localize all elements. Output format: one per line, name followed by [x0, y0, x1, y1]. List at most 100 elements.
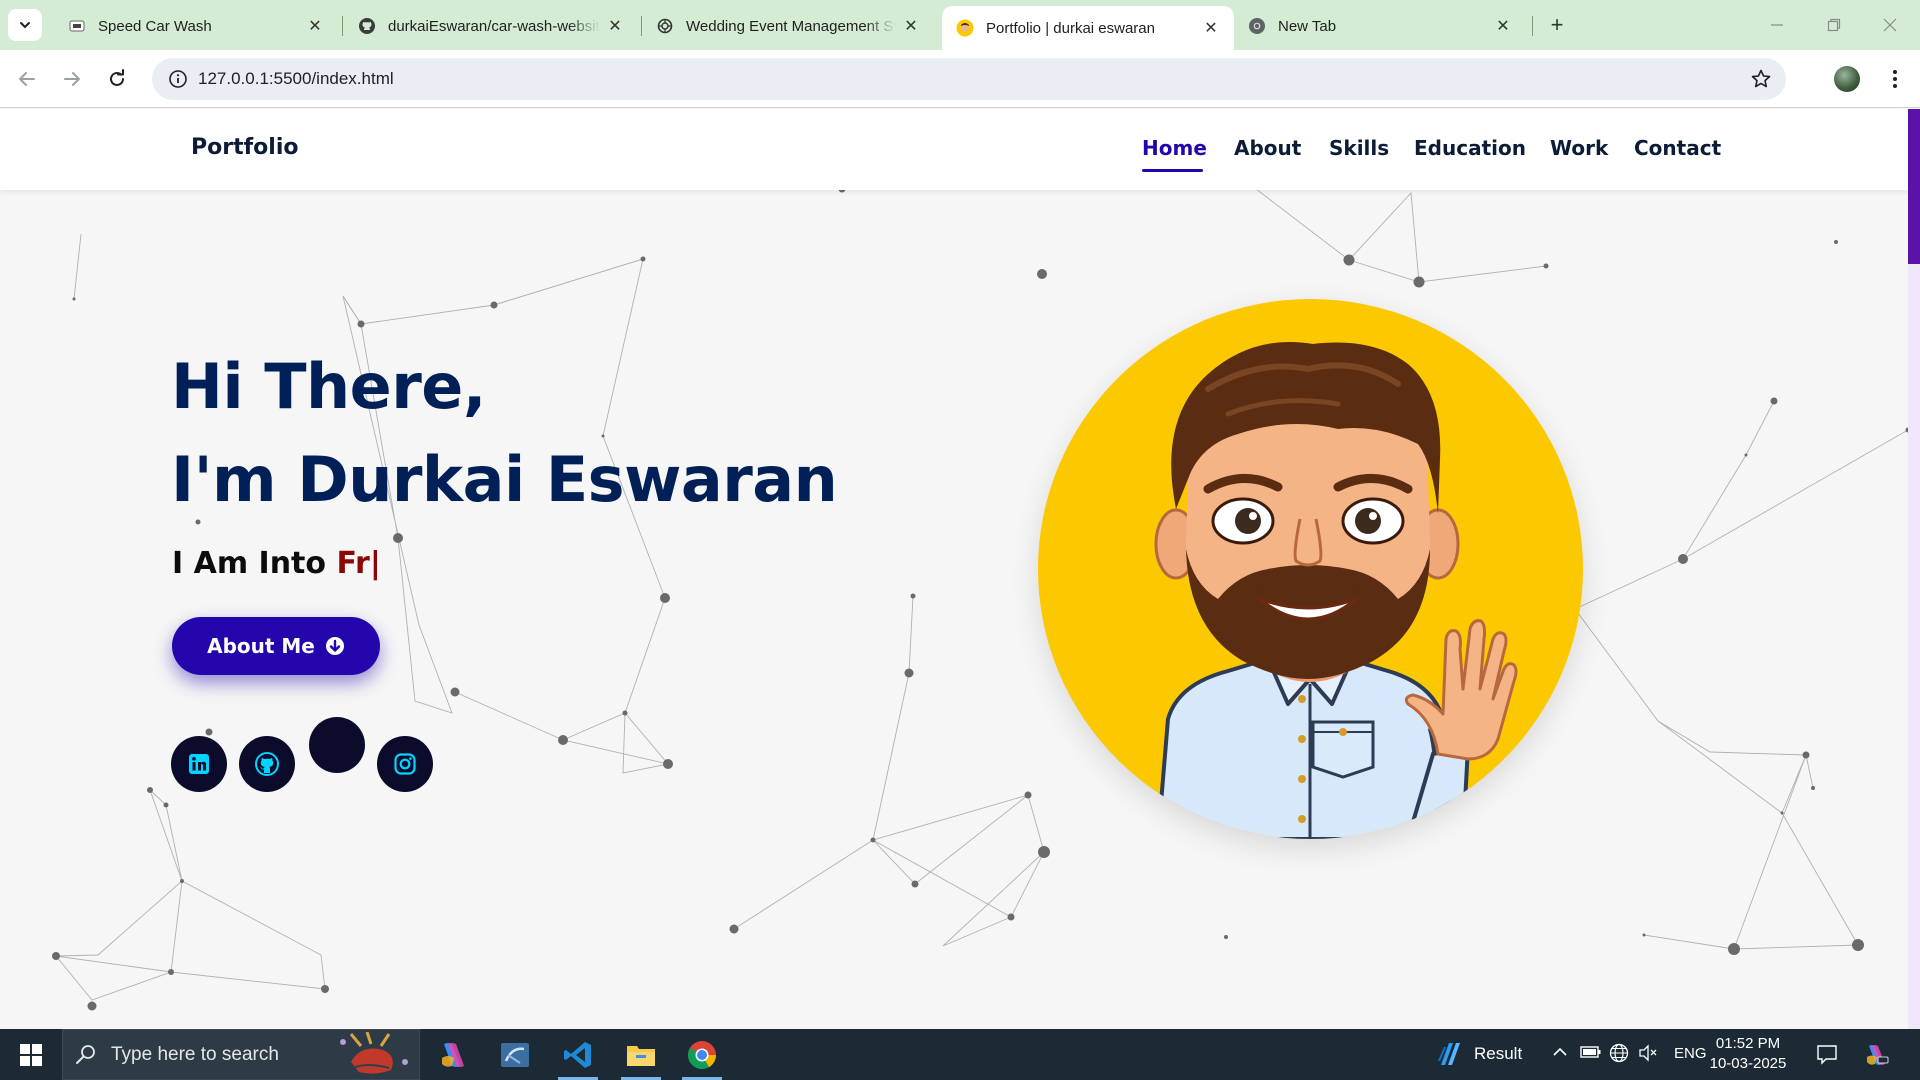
tab-portfolio[interactable]: Portfolio | durkai eswaran ✕	[942, 6, 1234, 50]
nav-work[interactable]: Work	[1550, 136, 1608, 160]
copilot-icon	[442, 1042, 464, 1067]
openai-favicon-icon	[656, 17, 674, 35]
notification-icon[interactable]	[1816, 1043, 1838, 1065]
system-clock[interactable]: 01:52 PM 10-03-2025	[1700, 1034, 1796, 1074]
arrow-circle-down-icon	[325, 637, 344, 655]
tab-new-tab[interactable]: New Tab ✕	[1234, 6, 1526, 46]
linkedin-icon	[189, 754, 209, 774]
forward-arrow-icon	[64, 72, 80, 86]
network-icon[interactable]	[1609, 1043, 1629, 1063]
address-bar[interactable]: 127.0.0.1:5500/index.html	[152, 58, 1786, 100]
github-favicon-icon	[358, 17, 376, 35]
tab-title: Portfolio | durkai eswaran	[986, 19, 1155, 37]
hero-typing-text: I Am Into Fr|	[172, 546, 381, 581]
close-icon	[1883, 18, 1897, 32]
instagram-icon	[394, 753, 416, 775]
taskbar-vscode[interactable]	[550, 1029, 606, 1080]
plus-icon: +	[1550, 12, 1564, 37]
site-brand[interactable]: Portfolio	[191, 135, 299, 160]
vscode-icon	[564, 1041, 591, 1068]
bitmoji-avatar-waving	[1154, 342, 1518, 839]
back-button[interactable]	[12, 64, 42, 94]
weather-icon[interactable]	[1437, 1041, 1463, 1067]
taskbar-copilot[interactable]	[426, 1029, 482, 1080]
tab-speed-car-wash[interactable]: Speed Car Wash ✕	[54, 6, 338, 46]
typing-word: Fr	[336, 546, 370, 581]
browser-menu-button[interactable]	[1880, 64, 1910, 94]
taskbar-chrome[interactable]	[674, 1029, 730, 1080]
page-viewport: Portfolio Home About Skills Education Wo…	[0, 109, 1920, 1029]
avatar-favicon-icon	[956, 19, 974, 37]
close-icon[interactable]: ✕	[1202, 19, 1220, 37]
nav-about[interactable]: About	[1234, 136, 1301, 160]
reload-icon	[110, 69, 124, 86]
star-icon[interactable]	[1750, 68, 1772, 95]
reload-button[interactable]	[102, 64, 132, 94]
typing-prefix: I Am Into	[172, 546, 337, 581]
car-wash-favicon-icon	[68, 17, 86, 35]
tab-title: New Tab	[1278, 17, 1337, 35]
file-explorer-icon	[627, 1045, 655, 1066]
nav-contact[interactable]: Contact	[1634, 136, 1721, 160]
tab-title: Speed Car Wash	[98, 17, 212, 35]
github-icon	[255, 752, 279, 776]
github-link[interactable]	[239, 736, 295, 792]
restore-button[interactable]	[1814, 10, 1854, 40]
minimize-icon	[1771, 24, 1783, 26]
search-icon	[76, 1044, 95, 1064]
about-me-button[interactable]: About Me	[172, 617, 380, 675]
typing-cursor: |	[369, 546, 381, 581]
back-arrow-icon	[19, 72, 35, 86]
close-icon[interactable]: ✕	[306, 17, 324, 35]
tab-title: durkaiEswaran/car-wash-website	[388, 17, 600, 35]
url-text[interactable]: 127.0.0.1:5500/index.html	[198, 69, 394, 89]
start-button[interactable]	[12, 1041, 50, 1069]
close-icon[interactable]: ✕	[902, 17, 920, 35]
bagpipes-highlight-icon	[340, 1032, 408, 1074]
nav-education[interactable]: Education	[1414, 136, 1526, 160]
restore-icon	[1827, 18, 1841, 32]
social-link[interactable]	[309, 717, 365, 773]
tab-wedding-event[interactable]: Wedding Event Management Sys ✕	[642, 6, 934, 46]
tab-separator	[342, 16, 343, 36]
taskbar-ssms[interactable]	[487, 1029, 543, 1080]
tab-search-button[interactable]	[8, 9, 42, 41]
hero-name: I'm Durkai Eswaran	[171, 443, 838, 516]
chevron-down-icon	[20, 22, 30, 29]
nav-skills[interactable]: Skills	[1329, 136, 1389, 160]
close-icon[interactable]: ✕	[1494, 17, 1512, 35]
tab-separator	[1532, 16, 1533, 36]
taskbar-search[interactable]: Type here to search	[62, 1029, 420, 1080]
hero-greeting: Hi There,	[171, 350, 486, 423]
chevron-up-icon[interactable]	[1551, 1043, 1569, 1061]
copilot-icon[interactable]	[1864, 1043, 1890, 1067]
page-scrollbar[interactable]	[1908, 109, 1920, 1029]
browser-tab-strip: Speed Car Wash ✕ durkaiEswaran/car-wash-…	[0, 0, 1920, 50]
volume-muted-icon[interactable]	[1638, 1043, 1658, 1063]
chrome-favicon-icon	[1248, 17, 1266, 35]
chrome-icon	[688, 1040, 716, 1069]
close-window-button[interactable]	[1870, 10, 1910, 40]
info-icon[interactable]	[158, 69, 198, 89]
clock-date: 10-03-2025	[1709, 1055, 1787, 1072]
windows-logo-icon	[20, 1044, 42, 1066]
instagram-link[interactable]	[377, 736, 433, 792]
taskbar-file-explorer[interactable]	[613, 1029, 669, 1080]
browser-toolbar: 127.0.0.1:5500/index.html	[0, 50, 1920, 108]
nav-home[interactable]: Home	[1142, 136, 1207, 160]
search-placeholder[interactable]: Type here to search	[111, 1044, 279, 1066]
tab-title: Wedding Event Management Sys	[686, 17, 896, 35]
site-header: Portfolio Home About Skills Education Wo…	[0, 109, 1908, 190]
ssms-icon	[501, 1042, 529, 1067]
new-tab-button[interactable]: +	[1543, 11, 1571, 39]
forward-button[interactable]	[57, 64, 87, 94]
tab-github-repo[interactable]: durkaiEswaran/car-wash-website ✕	[344, 6, 638, 46]
scrollbar-thumb[interactable]	[1908, 109, 1920, 264]
linkedin-link[interactable]	[171, 736, 227, 792]
battery-icon[interactable]	[1580, 1043, 1602, 1061]
windows-taskbar: Type here to search Result ENG 01:52 PM …	[0, 1029, 1920, 1080]
minimize-button[interactable]	[1757, 10, 1797, 40]
weather-label[interactable]: Result	[1474, 1044, 1522, 1064]
close-icon[interactable]: ✕	[606, 17, 624, 35]
profile-avatar[interactable]	[1834, 66, 1860, 92]
